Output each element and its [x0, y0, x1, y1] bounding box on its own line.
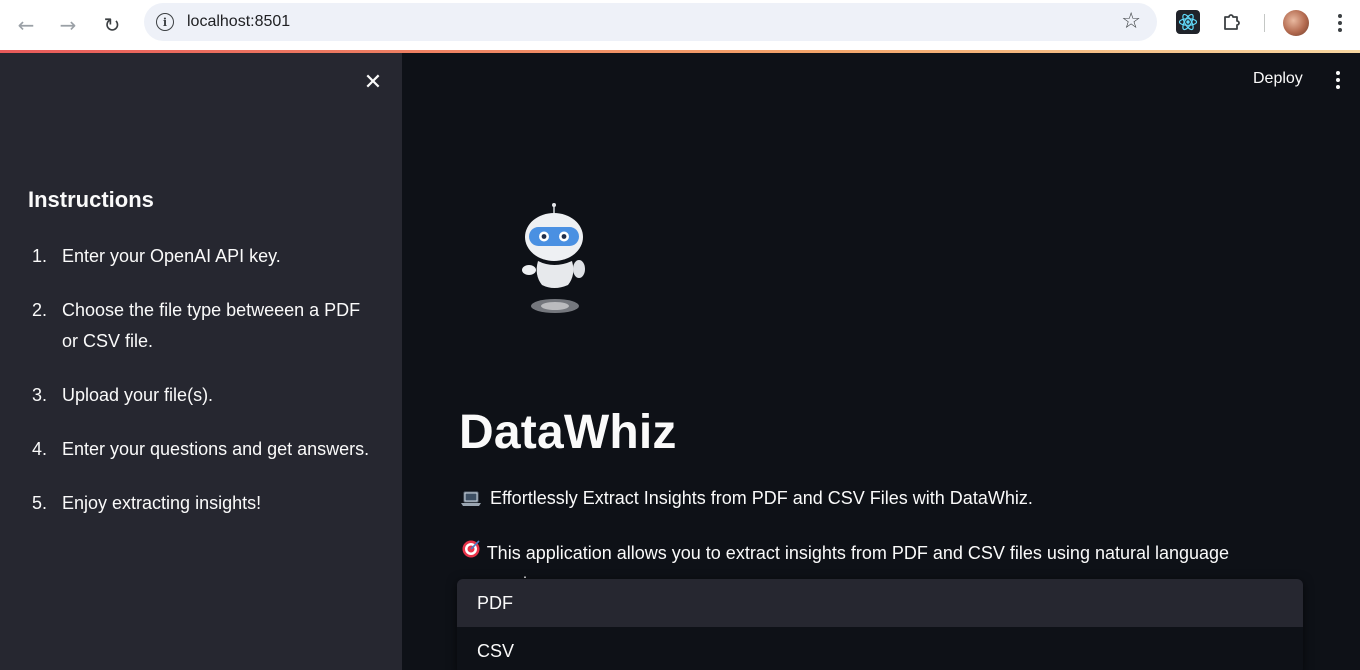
list-item: 1. Enter your OpenAI API key. [28, 241, 378, 272]
list-item-text: Enter your questions and get answers. [62, 439, 370, 459]
list-item-number: 1. [32, 246, 48, 266]
list-item-number: 4. [32, 439, 48, 459]
list-item-text: Enter your OpenAI API key. [62, 246, 281, 266]
instructions-list: 1. Enter your OpenAI API key. 2. Choose … [28, 241, 378, 542]
list-item-number: 3. [32, 385, 48, 405]
list-item: 2. Choose the file type betweeen a PDF o… [28, 295, 378, 357]
main-content: Deploy DataWhiz Effortlessly Extract Ins… [402, 53, 1360, 670]
robot-mascot-image [522, 203, 585, 313]
subtitle-line: Effortlessly Extract Insights from PDF a… [460, 488, 1033, 509]
list-item-number: 5. [32, 493, 48, 513]
close-sidebar-icon[interactable]: ✕ [360, 69, 386, 95]
react-devtools-extension-icon[interactable] [1176, 10, 1200, 34]
target-icon [460, 539, 482, 559]
list-item-text: Enjoy extracting insights! [62, 493, 262, 513]
back-arrow-icon[interactable]: ← [10, 9, 42, 41]
dropdown-option-csv[interactable]: CSV [457, 627, 1303, 670]
dropdown-option-pdf[interactable]: PDF [457, 579, 1303, 627]
profile-avatar[interactable] [1283, 10, 1309, 36]
list-item-text: Choose the file type betweeen a PDF or C… [62, 300, 361, 351]
app-menu-icon[interactable] [1330, 71, 1346, 91]
deploy-button[interactable]: Deploy [1247, 68, 1309, 90]
list-item: 3. Upload your file(s). [28, 380, 378, 411]
browser-toolbar: ← → ↻ i localhost:8501 ☆ [0, 0, 1360, 50]
forward-arrow-icon[interactable]: → [52, 9, 84, 41]
page-title: DataWhiz [459, 406, 677, 459]
site-info-icon[interactable]: i [156, 13, 174, 31]
address-bar[interactable]: i localhost:8501 ☆ [144, 3, 1157, 41]
list-item-number: 2. [32, 300, 48, 320]
browser-menu-icon[interactable] [1326, 8, 1354, 38]
file-type-dropdown-menu[interactable]: PDF CSV [457, 579, 1303, 670]
subtitle-text: Effortlessly Extract Insights from PDF a… [490, 488, 1033, 508]
laptop-icon [460, 489, 482, 509]
sidebar-title: Instructions [28, 187, 154, 212]
url-text[interactable]: localhost:8501 [187, 13, 290, 31]
extensions-puzzle-icon[interactable] [1220, 10, 1244, 34]
list-item: 5. Enjoy extracting insights! [28, 488, 378, 519]
list-item: 4. Enter your questions and get answers. [28, 434, 378, 465]
bookmark-star-icon[interactable]: ☆ [1121, 9, 1141, 34]
list-item-text: Upload your file(s). [62, 385, 214, 405]
sidebar: ✕ Instructions 1. Enter your OpenAI API … [0, 53, 402, 670]
reload-icon[interactable]: ↻ [96, 9, 128, 41]
toolbar-divider [1264, 14, 1265, 32]
